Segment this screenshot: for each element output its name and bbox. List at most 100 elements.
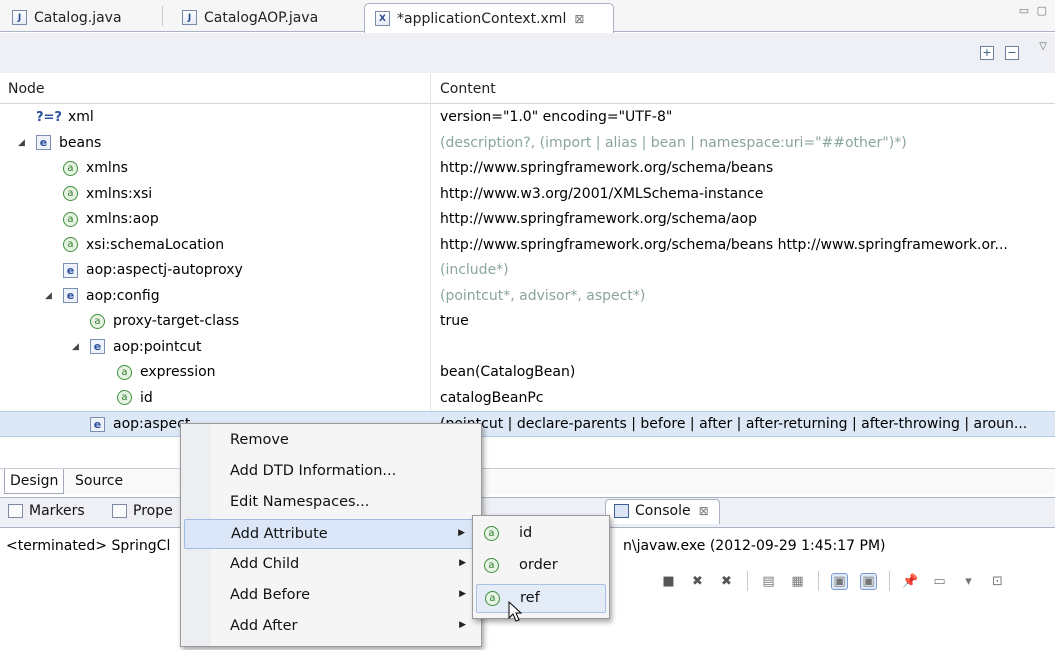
expand-toggle-icon[interactable]: ◢ — [72, 342, 84, 352]
element-icon: e — [63, 262, 78, 278]
submenu-arrow-icon: ▶ — [459, 620, 466, 630]
content-cell[interactable]: (include*) — [440, 262, 1052, 278]
tree-row[interactable]: ?=? xml version="1.0" encoding="UTF-8" — [0, 105, 1055, 131]
content-cell[interactable]: bean(CatalogBean) — [440, 364, 1052, 380]
node-cell: a proxy-target-class — [72, 313, 239, 329]
window-controls[interactable]: ▭ ▢ — [1019, 4, 1049, 17]
scroll-lock-icon[interactable]: ▦ — [789, 573, 806, 590]
remove-all-icon[interactable]: ✖ — [718, 573, 735, 590]
node-cell: ◢ e beans — [18, 135, 101, 151]
tree-row[interactable]: e aop:aspect (pointcut | declare-parents |… — [0, 411, 1055, 437]
tree-row[interactable]: a xmlns:xsi http://www.w3.org/2001/XMLSche… — [0, 182, 1055, 208]
submenu-arrow-icon: ▶ — [458, 528, 465, 538]
tree-row[interactable]: a xmlns:aop http://www.springframework.org… — [0, 207, 1055, 233]
console-status-text: <terminated> SpringCl — [6, 538, 171, 554]
tab-catalog-java[interactable]: J Catalog.java — [2, 3, 122, 32]
expand-toggle-icon[interactable]: ◢ — [18, 138, 30, 148]
node-label: aop:aspectj-autoproxy — [86, 262, 243, 278]
java-file-icon: J — [12, 10, 27, 25]
menu-item-add-child[interactable]: Add Child ▶ — [184, 550, 478, 580]
column-header-node[interactable]: Node — [8, 81, 45, 97]
expand-all-icon[interactable]: + — [980, 46, 994, 60]
content-cell[interactable]: (description?, (import | alias | bean | … — [440, 135, 1052, 151]
node-label: xsi:schemaLocation — [86, 236, 225, 253]
view-menu-icon[interactable]: ▽ — [1039, 41, 1047, 52]
tree-row[interactable]: a xmlns http://www.springframework.org/sch… — [0, 156, 1055, 182]
tab-properties[interactable]: Prope — [112, 503, 173, 519]
tree-row[interactable]: ◢ e aop:config (pointcut*, advisor*, aspect… — [0, 284, 1055, 310]
menu-item-add-attribute[interactable]: Add Attribute ▶ — [184, 519, 478, 549]
tree-row[interactable]: a id catalogBeanPc — [0, 386, 1055, 412]
tab-divider — [162, 6, 163, 26]
content-cell[interactable]: catalogBeanPc — [440, 390, 1052, 406]
context-menu: Remove Add DTD Information... Edit Namespa… — [180, 423, 482, 647]
add-attribute-submenu: a id a order a ref — [472, 515, 610, 619]
tab-label: *applicationContext.xml — [397, 10, 567, 27]
tree-row[interactable]: e aop:aspectj-autoproxy (include*) — [0, 258, 1055, 284]
submenu-item-order[interactable]: a order — [476, 552, 606, 581]
console-output: <terminated> SpringCl n\javaw.exe (2012-… — [6, 538, 886, 554]
node-cell: a xsi:schemaLocation — [45, 237, 224, 253]
attribute-icon: a — [485, 591, 500, 606]
node-label: aop:aspect — [113, 416, 191, 432]
tab-label: Markers — [29, 503, 85, 519]
content-cell[interactable]: version="1.0" encoding="UTF-8" — [440, 109, 1052, 125]
tab-label: Catalog.java — [34, 9, 122, 26]
toolbar-separator — [889, 571, 890, 591]
content-cell[interactable]: (pointcut | declare-parents | before | a… — [440, 416, 1052, 432]
expand-toggle-icon[interactable]: ◢ — [45, 291, 57, 301]
node-cell: a id — [99, 390, 153, 406]
toolbar-separator — [818, 571, 819, 591]
close-icon[interactable]: ⊠ — [699, 504, 709, 518]
tree-row[interactable]: a expression bean(CatalogBean) — [0, 360, 1055, 386]
show-on-stdout-icon[interactable]: ▣ — [831, 572, 848, 590]
attribute-icon: a — [484, 526, 499, 541]
tree-row[interactable]: ◢ e beans (description?, (import | alias | … — [0, 131, 1055, 157]
editor-page-tabs: Design Source — [0, 468, 1055, 495]
new-console-icon[interactable]: ⊡ — [989, 573, 1006, 590]
tab-console[interactable]: Console ⊠ — [605, 499, 720, 524]
content-cell[interactable]: (pointcut*, advisor*, aspect*) — [440, 288, 1052, 304]
submenu-item-label: id — [519, 525, 533, 541]
close-icon[interactable]: ⊠ — [574, 12, 584, 26]
remove-launch-icon[interactable]: ✖ — [689, 573, 706, 590]
column-header-content[interactable]: Content — [440, 81, 496, 97]
clear-console-icon[interactable]: ▤ — [760, 573, 777, 590]
tab-application-context-xml[interactable]: X *applicationContext.xml ⊠ — [364, 3, 614, 33]
menu-item-remove[interactable]: Remove — [184, 426, 478, 456]
tree-row[interactable]: a proxy-target-class true — [0, 309, 1055, 335]
attribute-icon: a — [63, 186, 78, 201]
editor-tab-strip: J Catalog.java J CatalogAOP.java X *appl… — [0, 0, 1055, 33]
content-cell[interactable]: true — [440, 313, 1052, 329]
submenu-item-ref[interactable]: a ref — [476, 584, 606, 613]
dropdown-icon[interactable]: ▾ — [960, 573, 977, 590]
show-on-stderr-icon[interactable]: ▣ — [860, 572, 877, 590]
content-cell[interactable]: http://www.springframework.org/schema/be… — [440, 160, 1052, 176]
menu-item-add-dtd-information[interactable]: Add DTD Information... — [184, 457, 478, 487]
node-label: id — [140, 389, 153, 406]
console-launch-info: n\javaw.exe (2012-09-29 1:45:17 PM) — [623, 538, 886, 554]
menu-item-label: Add DTD Information... — [230, 463, 397, 479]
tab-markers[interactable]: Markers — [8, 503, 85, 519]
menu-item-edit-namespaces[interactable]: Edit Namespaces... — [184, 488, 478, 518]
tab-catalogaop-java[interactable]: J CatalogAOP.java — [172, 3, 318, 32]
menu-item-add-before[interactable]: Add Before ▶ — [184, 581, 478, 611]
node-cell: a expression — [99, 364, 216, 380]
tab-source[interactable]: Source — [70, 469, 128, 494]
tree-row[interactable]: a xsi:schemaLocation http://www.springfram… — [0, 233, 1055, 259]
tab-design[interactable]: Design — [4, 469, 65, 494]
menu-item-add-after[interactable]: Add After ▶ — [184, 612, 478, 642]
terminate-icon[interactable]: ■ — [660, 573, 677, 590]
content-cell[interactable]: http://www.springframework.org/schema/be… — [440, 237, 1052, 253]
content-cell[interactable]: http://www.w3.org/2001/XMLSchema-instanc… — [440, 186, 1052, 202]
display-console-icon[interactable]: ▭ — [931, 573, 948, 590]
node-label: proxy-target-class — [113, 313, 240, 329]
content-cell[interactable]: http://www.springframework.org/schema/ao… — [440, 211, 1052, 227]
submenu-item-id[interactable]: a id — [476, 520, 606, 549]
node-cell: a xmlns:xsi — [45, 186, 152, 202]
pin-console-icon[interactable]: 📌 — [902, 573, 919, 590]
tree-row[interactable]: ◢ e aop:pointcut — [0, 335, 1055, 361]
collapse-all-icon[interactable]: − — [1005, 46, 1019, 60]
tree-header: Node Content — [0, 74, 1055, 104]
menu-item-label: Remove — [230, 432, 289, 448]
